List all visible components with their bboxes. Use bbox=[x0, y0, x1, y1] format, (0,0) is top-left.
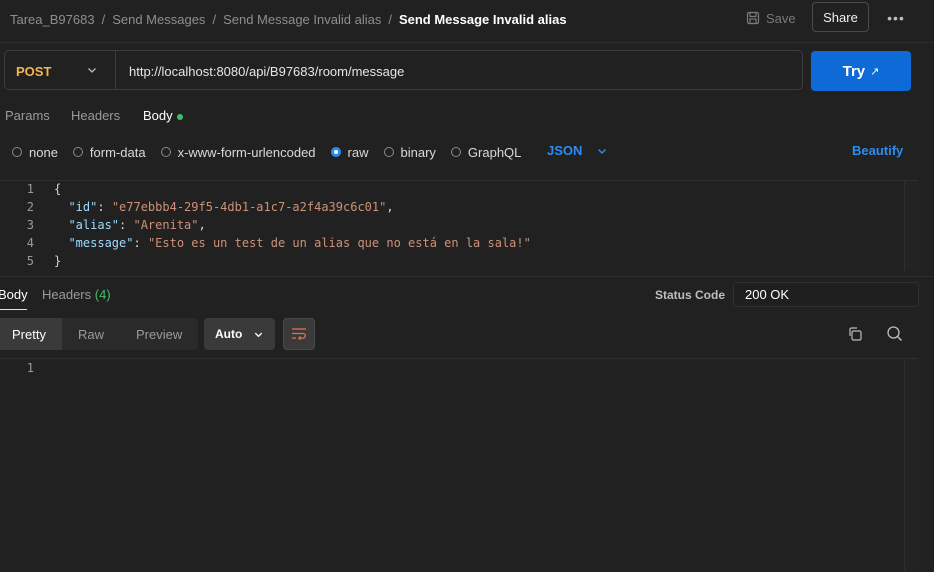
view-pretty-button[interactable]: Pretty bbox=[0, 318, 62, 350]
header-divider bbox=[0, 42, 934, 43]
view-preview-button[interactable]: Preview bbox=[120, 318, 198, 350]
line-number: 1 bbox=[26, 182, 34, 196]
status-code-label: Status Code bbox=[655, 288, 726, 302]
response-format-label: Auto bbox=[215, 327, 243, 341]
chevron-down-icon bbox=[598, 148, 607, 154]
chevron-down-icon[interactable] bbox=[86, 64, 98, 76]
modified-dot-icon bbox=[176, 113, 183, 120]
json-key: "message" bbox=[68, 236, 134, 250]
response-tab-headers[interactable]: Headers (4) bbox=[42, 287, 111, 302]
json-key: "alias" bbox=[68, 218, 120, 232]
radio-label: x-www-form-urlencoded bbox=[177, 144, 316, 160]
save-button[interactable]: Save bbox=[746, 8, 796, 28]
save-label: Save bbox=[766, 10, 796, 26]
json-value: "Arenita" bbox=[133, 218, 199, 232]
breadcrumb-item-parent[interactable]: Send Message Invalid alias bbox=[223, 12, 381, 27]
radio-circle-icon bbox=[160, 147, 171, 157]
breadcrumb-separator: / bbox=[388, 11, 392, 27]
json-value: "Esto es un test de un alias que no está… bbox=[147, 236, 531, 250]
code-line: 4 "message": "Esto es un test de un alia… bbox=[0, 236, 531, 254]
code-line: 3 "alias": "Arenita", bbox=[0, 218, 206, 236]
response-headers-label: Headers bbox=[42, 287, 92, 302]
radio-form-data[interactable]: form-data bbox=[72, 144, 146, 160]
more-options-icon[interactable]: ••• bbox=[884, 8, 908, 28]
response-format-select[interactable]: Auto bbox=[204, 318, 275, 350]
active-tab-indicator bbox=[0, 309, 27, 310]
radio-label: GraphQL bbox=[467, 144, 522, 160]
beautify-button[interactable]: Beautify bbox=[852, 143, 903, 158]
headers-count-badge: (4) bbox=[94, 287, 111, 302]
code-line: 1 { bbox=[0, 182, 61, 200]
radio-circle-icon bbox=[72, 147, 83, 157]
breadcrumb-separator: / bbox=[101, 11, 106, 27]
try-label: Try bbox=[842, 62, 866, 80]
code-line: 2 "id": "e77ebbb4-29f5-4db1-a1c7-a2f4a39… bbox=[0, 200, 394, 218]
radio-graphql[interactable]: GraphQL bbox=[450, 144, 522, 160]
radio-circle-icon bbox=[450, 147, 461, 157]
line-number: 5 bbox=[26, 254, 34, 268]
search-icon[interactable] bbox=[886, 325, 903, 342]
copy-icon[interactable] bbox=[847, 326, 863, 342]
breadcrumb-item-collection[interactable]: Tarea_B97683 bbox=[10, 12, 95, 27]
try-button[interactable]: Try ↗ bbox=[811, 51, 911, 91]
radio-circle-icon bbox=[12, 147, 22, 157]
response-tab-body[interactable]: Body bbox=[0, 287, 28, 302]
radio-label: raw bbox=[347, 144, 369, 160]
radio-label: none bbox=[29, 144, 58, 160]
radio-circle-icon bbox=[383, 147, 394, 157]
view-raw-button[interactable]: Raw bbox=[62, 318, 120, 350]
radio-none[interactable]: none bbox=[12, 145, 58, 160]
format-select[interactable]: JSON bbox=[547, 143, 608, 158]
code-brace: } bbox=[54, 254, 62, 268]
breadcrumb-separator: / bbox=[212, 11, 217, 27]
breadcrumb-item-folder[interactable]: Send Messages bbox=[112, 12, 205, 27]
format-label: JSON bbox=[547, 143, 583, 158]
radio-x-www-form-urlencoded[interactable]: x-www-form-urlencoded bbox=[160, 144, 316, 160]
code-line: 5 } bbox=[0, 254, 61, 272]
save-icon bbox=[746, 11, 760, 25]
code-brace: { bbox=[54, 182, 62, 196]
response-view-switcher: Pretty Raw Preview bbox=[0, 318, 199, 350]
radio-label: form-data bbox=[89, 144, 146, 160]
url-input[interactable] bbox=[129, 62, 789, 80]
chevron-down-icon bbox=[255, 332, 263, 337]
wrap-lines-button[interactable] bbox=[283, 318, 315, 350]
tab-params[interactable]: Params bbox=[5, 108, 50, 126]
body-type-group: none form-data x-www-form-urlencoded raw… bbox=[12, 143, 536, 161]
tab-body-label: Body bbox=[143, 108, 173, 123]
code-line: 1 bbox=[0, 361, 54, 379]
page-title[interactable]: Send Message Invalid alias bbox=[399, 12, 567, 27]
breadcrumb: Tarea_B97683 / Send Messages / Send Mess… bbox=[10, 10, 567, 28]
line-number: 1 bbox=[26, 361, 34, 375]
json-key: "id" bbox=[68, 200, 98, 214]
response-divider[interactable] bbox=[0, 276, 934, 277]
response-scrollbar[interactable] bbox=[904, 359, 919, 571]
radio-label: binary bbox=[400, 144, 436, 160]
line-number: 4 bbox=[26, 236, 34, 250]
line-number: 2 bbox=[26, 200, 34, 214]
request-body-editor[interactable]: 1 { 2 "id": "e77ebbb4-29f5-4db1-a1c7-a2f… bbox=[0, 180, 918, 272]
radio-binary[interactable]: binary bbox=[383, 144, 436, 160]
radio-selected-icon bbox=[330, 147, 341, 157]
request-editor-scrollbar[interactable] bbox=[904, 181, 919, 271]
response-body-viewer[interactable]: 1 bbox=[0, 358, 918, 572]
method-select[interactable]: POST bbox=[16, 64, 51, 79]
radio-raw[interactable]: raw bbox=[330, 144, 369, 160]
wrap-lines-icon bbox=[292, 328, 306, 341]
status-code-value: 200 OK bbox=[733, 282, 919, 307]
tab-body[interactable]: Body bbox=[143, 108, 183, 126]
line-number: 3 bbox=[26, 218, 34, 232]
tab-headers[interactable]: Headers bbox=[71, 108, 120, 126]
json-value: "e77ebbb4-29f5-4db1-a1c7-a2f4a39c6c01" bbox=[111, 200, 387, 214]
share-button[interactable]: Share bbox=[812, 2, 869, 32]
method-divider bbox=[115, 51, 116, 89]
external-arrow-icon: ↗ bbox=[870, 65, 880, 78]
